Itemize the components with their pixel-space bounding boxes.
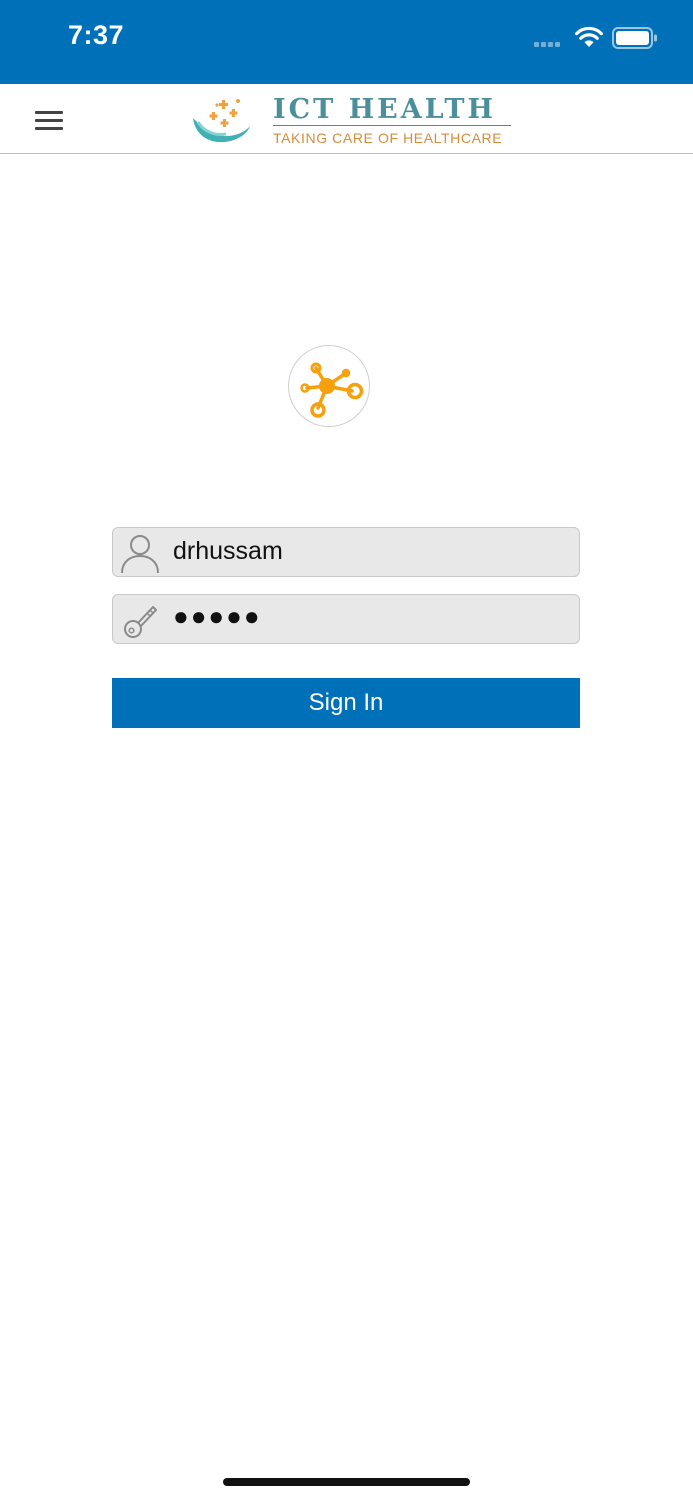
brand-logo: ICT HEALTH TAKING CARE OF HEALTHCARE [190,92,520,148]
brand-divider [273,125,511,126]
signal-dots-icon [534,42,560,47]
wifi-icon [575,26,603,47]
battery-icon [612,27,657,49]
username-field[interactable]: drhussam [112,527,580,577]
user-icon [121,535,159,574]
app-logo [288,345,370,427]
brand-title: ICT HEALTH [273,94,497,125]
home-indicator[interactable] [223,1478,470,1486]
sign-in-button[interactable]: Sign In [112,678,580,728]
username-value: drhussam [173,537,283,565]
network-nodes-icon [300,362,364,418]
key-icon [124,606,157,638]
brand-mark-icon [193,99,250,143]
password-value: ●●●●● [173,601,262,631]
brand-tagline: TAKING CARE OF HEALTHCARE [273,130,503,146]
password-field[interactable]: ●●●●● [112,594,580,644]
status-bar: 7:37 [0,0,693,84]
hamburger-menu-icon[interactable] [30,104,70,136]
nav-bar: ICT HEALTH TAKING CARE OF HEALTHCARE [0,84,693,154]
status-time: 7:37 [68,20,125,50]
